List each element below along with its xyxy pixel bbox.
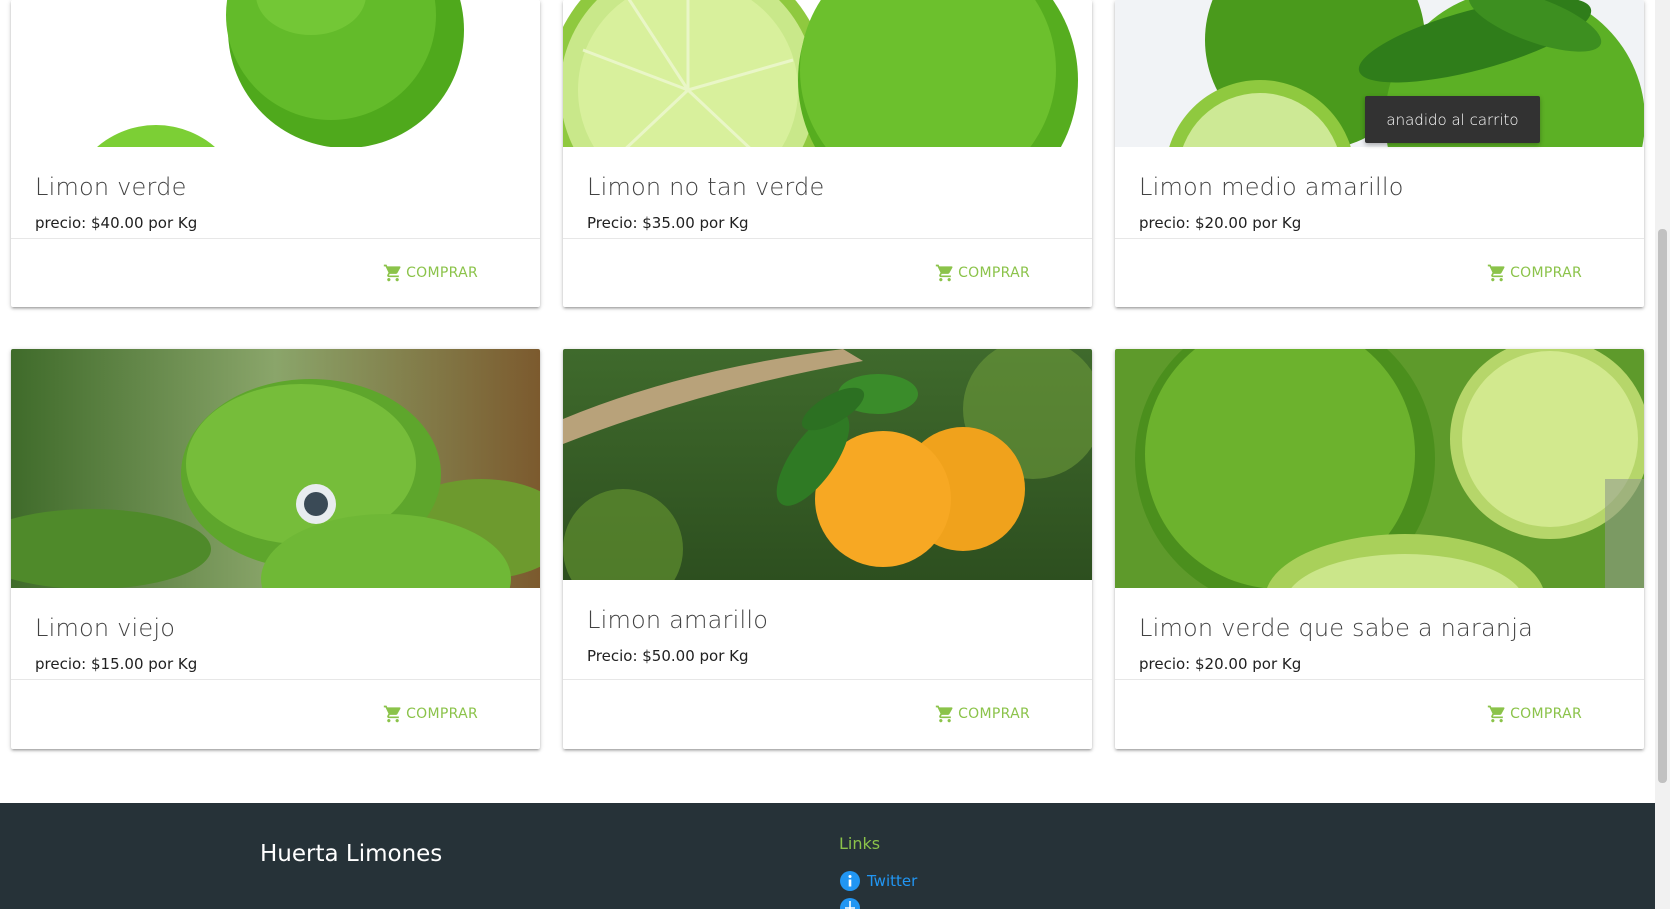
product-image <box>563 0 1092 147</box>
product-price: precio: $20.00 por Kg <box>1139 655 1302 673</box>
cart-icon <box>935 705 953 723</box>
footer-links-heading: Links <box>839 834 881 853</box>
product-image <box>11 0 540 147</box>
product-card: Limon medio amarillo precio: $20.00 por … <box>1115 0 1644 307</box>
cart-icon <box>383 264 401 282</box>
card-action: COMPRAR <box>563 238 1092 307</box>
footer-title: Huerta Limones <box>260 841 443 867</box>
card-action: COMPRAR <box>11 679 540 749</box>
buy-label: COMPRAR <box>1510 706 1582 722</box>
product-title: Limon verde que sabe a naranja <box>1139 614 1534 642</box>
product-image <box>563 349 1092 580</box>
card-action: COMPRAR <box>1115 238 1644 307</box>
toast-notification: anadido al carrito <box>1365 96 1540 143</box>
product-card: Limon verde precio: $40.00 por Kg COMPRA… <box>11 0 540 307</box>
product-card: Limon verde que sabe a naranja precio: $… <box>1115 349 1644 749</box>
product-image <box>11 349 540 588</box>
buy-button[interactable]: COMPRAR <box>935 704 1030 724</box>
cart-icon <box>1487 264 1505 282</box>
buy-button[interactable]: COMPRAR <box>383 263 478 283</box>
page-footer: Huerta Limones Links Twitter <box>0 803 1655 909</box>
card-action: COMPRAR <box>1115 679 1644 749</box>
buy-label: COMPRAR <box>958 265 1030 281</box>
product-page: Limon verde precio: $40.00 por Kg COMPRA… <box>0 0 1655 909</box>
buy-button[interactable]: COMPRAR <box>1487 704 1582 724</box>
buy-label: COMPRAR <box>1510 265 1582 281</box>
product-price: precio: $20.00 por Kg <box>1139 214 1302 232</box>
buy-label: COMPRAR <box>958 706 1030 722</box>
info-icon <box>840 871 860 891</box>
product-card: Limon no tan verde Precio: $35.00 por Kg… <box>563 0 1092 307</box>
card-action: COMPRAR <box>11 238 540 307</box>
product-title: Limon viejo <box>35 614 176 642</box>
product-price: precio: $40.00 por Kg <box>35 214 198 232</box>
buy-button[interactable]: COMPRAR <box>383 704 478 724</box>
cart-icon <box>1487 705 1505 723</box>
footer-link-twitter[interactable]: Twitter <box>840 871 917 891</box>
footer-link-label: Twitter <box>867 872 918 890</box>
product-price: precio: $15.00 por Kg <box>35 655 198 673</box>
product-title: Limon amarillo <box>587 606 769 634</box>
product-title: Limon medio amarillo <box>1139 173 1404 201</box>
product-card: Limon amarillo Precio: $50.00 por Kg COM… <box>563 349 1092 749</box>
card-action: COMPRAR <box>563 679 1092 749</box>
cart-icon <box>383 705 401 723</box>
globe-icon <box>840 898 860 909</box>
product-image <box>1115 349 1644 588</box>
cart-icon <box>935 264 953 282</box>
product-card: Limon viejo precio: $15.00 por Kg COMPRA… <box>11 349 540 749</box>
buy-button[interactable]: COMPRAR <box>935 263 1030 283</box>
product-title: Limon no tan verde <box>587 173 825 201</box>
product-price: Precio: $50.00 por Kg <box>587 647 749 665</box>
buy-button[interactable]: COMPRAR <box>1487 263 1582 283</box>
product-price: Precio: $35.00 por Kg <box>587 214 749 232</box>
buy-label: COMPRAR <box>406 706 478 722</box>
vertical-scrollbar[interactable] <box>1655 0 1670 909</box>
buy-label: COMPRAR <box>406 265 478 281</box>
scrollbar-thumb[interactable] <box>1658 229 1667 783</box>
footer-link-second[interactable] <box>840 898 867 909</box>
product-title: Limon verde <box>35 173 187 201</box>
